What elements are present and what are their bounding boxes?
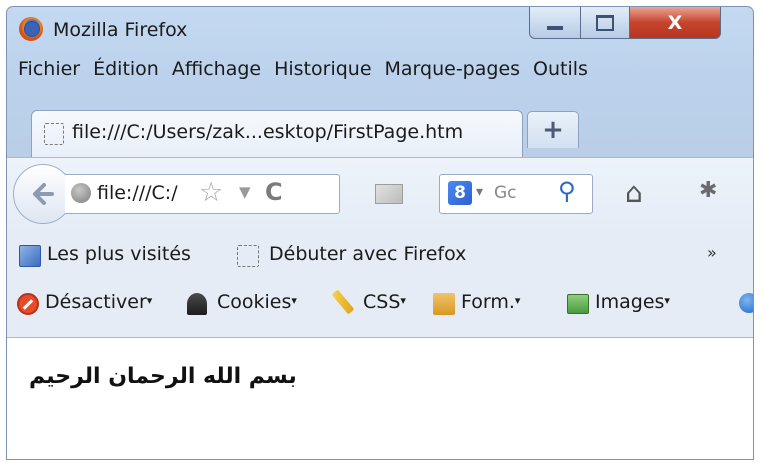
menu-edition[interactable]: Édition <box>93 58 159 80</box>
reload-icon[interactable]: C <box>265 178 283 206</box>
webdev-images-menu[interactable]: Images▾ <box>595 291 670 313</box>
tab-label: file:///C:/Users/zak...esktop/FirstPage.… <box>72 121 464 143</box>
page-heading: بسم الله الرحمان الرحيم <box>29 364 297 389</box>
menu-historique[interactable]: Historique <box>274 58 371 80</box>
webdev-css-menu[interactable]: CSS▾ <box>363 291 406 313</box>
cookie-icon <box>187 293 207 315</box>
blank-page-icon <box>44 123 64 145</box>
bookmark-icon <box>19 245 41 267</box>
information-icon[interactable] <box>739 293 753 313</box>
close-icon: X <box>667 11 683 34</box>
blank-page-icon <box>237 245 259 267</box>
bookmarks-overflow-chevron-icon[interactable]: » <box>707 243 717 262</box>
bookmarks-toolbar: Les plus visités Débuter avec Firefox » <box>7 233 753 277</box>
search-engine-dropdown-icon[interactable]: ▾ <box>476 184 483 200</box>
minimize-icon <box>547 25 563 30</box>
search-box[interactable]: 8 ▾ Gc ⚲ <box>439 174 593 214</box>
window-controls: X <box>529 7 721 41</box>
image-icon <box>567 294 589 314</box>
firebug-icon[interactable]: ✱ <box>699 178 717 203</box>
site-identity-icon[interactable] <box>71 183 91 203</box>
navigation-toolbar: file:///C:/ ☆ ▼ C 8 ▾ Gc ⚲ ⌂ ✱ <box>7 157 753 234</box>
tab-firstpage[interactable]: file:///C:/Users/zak...esktop/FirstPage.… <box>31 110 523 157</box>
minimize-button[interactable] <box>529 7 581 39</box>
disable-icon <box>17 293 39 315</box>
back-button[interactable] <box>13 164 73 224</box>
window-title: Mozilla Firefox <box>53 19 188 41</box>
star-bookmark-icon[interactable]: ☆ <box>199 177 223 208</box>
title-bar[interactable]: Mozilla Firefox X <box>7 7 753 49</box>
close-button[interactable]: X <box>630 7 721 39</box>
menu-bar: Fichier Édition Affichage Historique Mar… <box>7 49 753 89</box>
webdev-form-menu[interactable]: Form.▾ <box>461 291 520 313</box>
maximize-button[interactable] <box>581 7 630 39</box>
bookmark-les-plus-visites[interactable]: Les plus visités <box>47 243 191 265</box>
search-engine-icon[interactable]: 8 <box>448 181 472 205</box>
maximize-icon <box>596 14 614 31</box>
tab-strip: file:///C:/Users/zak...esktop/FirstPage.… <box>7 89 753 157</box>
web-developer-toolbar: Désactiver▾ Cookies▾ CSS▾ Form.▾ Images▾ <box>7 277 753 338</box>
menu-fichier[interactable]: Fichier <box>18 58 80 80</box>
url-history-dropdown-icon[interactable]: ▼ <box>239 183 251 201</box>
browser-window: Mozilla Firefox X Fichier Édition Affich… <box>6 6 754 460</box>
menu-marque-pages[interactable]: Marque-pages <box>385 58 521 80</box>
menu-outils[interactable]: Outils <box>533 58 588 80</box>
search-input[interactable]: Gc <box>494 183 517 203</box>
home-icon[interactable]: ⌂ <box>625 176 643 209</box>
new-tab-button[interactable]: + <box>527 111 579 148</box>
url-bar[interactable]: file:///C:/ ☆ ▼ C <box>65 174 340 214</box>
url-input[interactable]: file:///C:/ <box>97 182 189 204</box>
back-arrow-icon <box>33 183 54 205</box>
menu-affichage[interactable]: Affichage <box>172 58 261 80</box>
plus-icon: + <box>542 115 564 145</box>
webdev-desactiver-menu[interactable]: Désactiver▾ <box>45 291 152 313</box>
page-content: بسم الله الرحمان الرحيم <box>7 338 753 459</box>
search-icon[interactable]: ⚲ <box>558 177 576 205</box>
form-icon <box>433 293 455 315</box>
firefox-logo-icon <box>19 17 43 41</box>
webdev-cookies-menu[interactable]: Cookies▾ <box>217 291 297 313</box>
css-wand-icon <box>331 289 355 315</box>
mail-icon[interactable] <box>375 184 403 204</box>
bookmark-debuter-avec-firefox[interactable]: Débuter avec Firefox <box>269 243 466 265</box>
